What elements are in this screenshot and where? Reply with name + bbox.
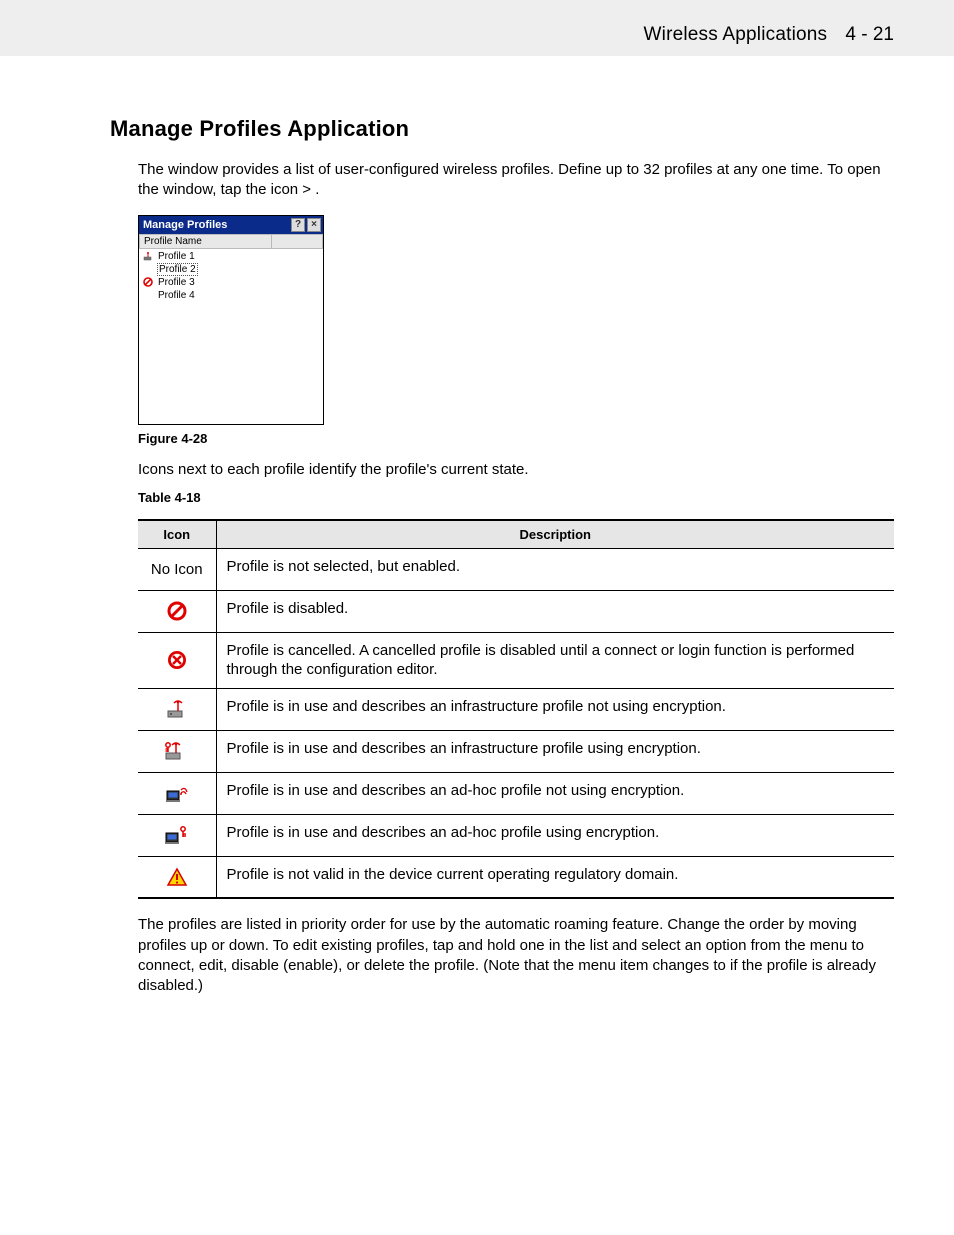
list-item[interactable]: Profile 2 — [141, 263, 321, 276]
desc-cell: Profile is disabled. — [216, 590, 894, 632]
help-button[interactable]: ? — [291, 218, 305, 232]
table-row: Profile is in use and describes an infra… — [138, 688, 894, 730]
header-page-number: 4 - 21 — [845, 24, 894, 45]
section-heading: Manage Profiles Application — [110, 116, 894, 142]
list-item[interactable]: Profile 1 — [141, 250, 321, 263]
list-item[interactable]: Profile 3 — [141, 276, 321, 289]
desc-cell: Profile is in use and describes an infra… — [216, 688, 894, 730]
header-title: Wireless Applications — [644, 24, 828, 45]
mid-paragraph: Icons next to each profile identify the … — [138, 460, 894, 480]
icon-cell-disabled — [138, 590, 216, 632]
list-item[interactable]: Profile 4 — [141, 289, 321, 302]
infra-noenc-icon — [143, 251, 157, 261]
desc-cell: Profile is in use and describes an ad-ho… — [216, 814, 894, 856]
table-label: Table 4-18 — [138, 490, 894, 505]
adhoc-enc-icon — [163, 824, 191, 846]
desc-cell: Profile is not valid in the device curre… — [216, 856, 894, 898]
intro-paragraph: The window provides a list of user-confi… — [138, 160, 894, 201]
list-item-label: Profile 3 — [157, 277, 195, 288]
table-row: Profile is in use and describes an infra… — [138, 730, 894, 772]
column-header-row: Profile Name — [139, 234, 323, 249]
window-title: Manage Profiles — [143, 219, 289, 231]
icon-cell-infra-noenc — [138, 688, 216, 730]
table-row: Profile is cancelled. A cancelled profil… — [138, 632, 894, 688]
icon-cell-cancelled — [138, 632, 216, 688]
closing-paragraph: The profiles are listed in priority orde… — [138, 915, 894, 996]
table-header-icon: Icon — [138, 520, 216, 549]
icon-description-table: Icon Description No Icon Profile is not … — [138, 519, 894, 900]
table-row: Profile is in use and describes an ad-ho… — [138, 772, 894, 814]
list-item-label: Profile 2 — [157, 263, 198, 276]
table-row: Profile is in use and describes an ad-ho… — [138, 814, 894, 856]
page-content: Manage Profiles Application The window p… — [0, 56, 954, 1046]
desc-cell: Profile is in use and describes an infra… — [216, 730, 894, 772]
profile-list: Profile 1 Profile 2 Profile 3 Profile 4 — [139, 249, 323, 424]
icon-cell-warning — [138, 856, 216, 898]
warning-icon — [166, 867, 188, 887]
icon-cell-adhoc-noenc — [138, 772, 216, 814]
list-item-label: Profile 1 — [157, 251, 195, 262]
desc-cell: Profile is not selected, but enabled. — [216, 548, 894, 590]
column-header-profile-name: Profile Name — [139, 234, 271, 249]
disabled-icon — [143, 277, 157, 287]
list-item-label: Profile 4 — [157, 290, 195, 301]
infra-enc-icon — [162, 740, 192, 762]
desc-cell: Profile is cancelled. A cancelled profil… — [216, 632, 894, 688]
infra-noenc-icon — [164, 698, 190, 720]
table-row: Profile is not valid in the device curre… — [138, 856, 894, 898]
cancelled-icon — [166, 649, 188, 671]
column-header-spacer — [271, 234, 323, 249]
table-header-row: Icon Description — [138, 520, 894, 549]
desc-cell: Profile is in use and describes an ad-ho… — [216, 772, 894, 814]
close-button[interactable]: × — [307, 218, 321, 232]
figure-label: Figure 4-28 — [138, 431, 894, 446]
manage-profiles-screenshot: Manage Profiles ? × Profile Name Profile… — [138, 215, 324, 425]
adhoc-noenc-icon — [164, 782, 190, 804]
window-titlebar: Manage Profiles ? × — [139, 216, 323, 234]
table-row: No Icon Profile is not selected, but ena… — [138, 548, 894, 590]
table-row: Profile is disabled. — [138, 590, 894, 632]
icon-cell-infra-enc — [138, 730, 216, 772]
page-header: Wireless Applications 4 - 21 — [0, 0, 954, 56]
icon-cell-adhoc-enc — [138, 814, 216, 856]
disabled-icon — [166, 600, 188, 622]
table-header-description: Description — [216, 520, 894, 549]
icon-cell-none: No Icon — [138, 548, 216, 590]
